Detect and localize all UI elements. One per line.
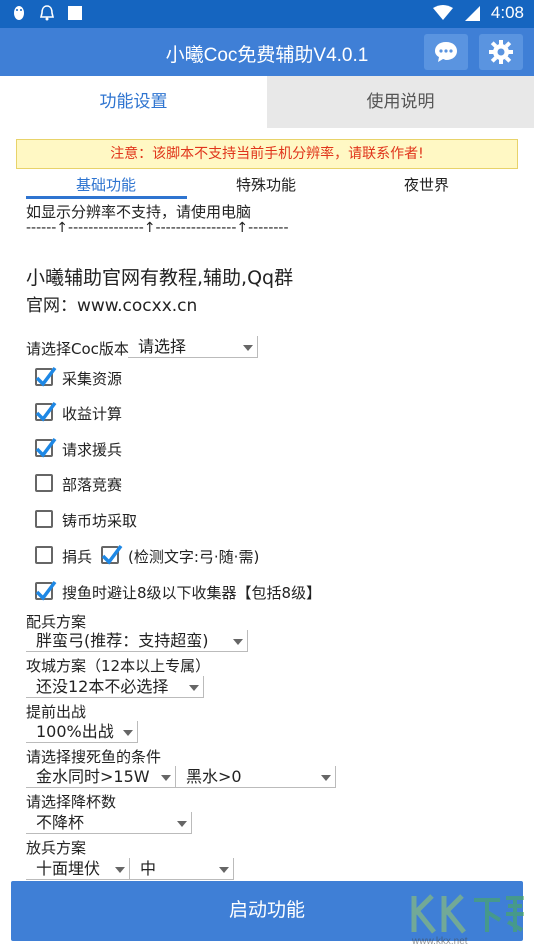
chat-button[interactable] xyxy=(424,34,468,70)
dead-base-label: 请选择搜死鱼的条件 xyxy=(26,748,162,766)
website-url: 官网：www.cocxx.cn xyxy=(26,296,198,316)
arrow-indicator-line: ------↑---------------↑----------------↑… xyxy=(26,220,289,236)
version-label: 请选择Coc版本 xyxy=(26,340,129,358)
checkbox-label: (检测文字:弓·随·需) xyxy=(128,548,260,566)
deploy-plan-select[interactable]: 十面埋伏 xyxy=(26,858,130,880)
notification-bell-icon xyxy=(39,5,55,21)
version-select[interactable]: 请选择 xyxy=(128,336,258,358)
checkmark-icon xyxy=(35,401,57,422)
deploy-side-select[interactable]: 中 xyxy=(130,858,234,880)
checkbox-label: 收益计算 xyxy=(62,405,123,423)
trophy-value: 不降杯 xyxy=(36,813,85,832)
checkbox-label: 铸币坊采取 xyxy=(62,512,138,530)
chevron-down-icon xyxy=(321,775,331,781)
wifi-icon xyxy=(432,5,453,20)
trophy-select[interactable]: 不降杯 xyxy=(26,812,192,834)
checkbox-request-troops[interactable] xyxy=(35,437,57,458)
penguin-icon xyxy=(14,6,24,20)
deploy-label: 放兵方案 xyxy=(26,839,87,857)
dead-base-condition1-select[interactable]: 金水同时>15W xyxy=(26,766,176,788)
chevron-down-icon xyxy=(219,867,229,873)
app-bar: 小曦Coc免费辅助V4.0.1 xyxy=(0,28,534,76)
checkbox-collect-resources[interactable] xyxy=(35,366,57,387)
chevron-down-icon xyxy=(189,685,199,691)
chat-bubble-icon xyxy=(435,42,457,62)
kkx-logo-icon xyxy=(411,894,524,934)
early-exit-select[interactable]: 100%出战 xyxy=(26,721,138,743)
checkbox-income-calc[interactable] xyxy=(35,401,57,422)
checkbox-label: 搜鱼时避让8级以下收集器【包括8级】 xyxy=(62,584,322,602)
siege-plan-value: 还没12本不必选择 xyxy=(36,677,169,696)
image-icon xyxy=(68,6,82,20)
status-time: 4:08 xyxy=(490,3,524,22)
trophy-label: 请选择降杯数 xyxy=(26,793,117,811)
tab-settings[interactable]: 功能设置 xyxy=(0,76,267,128)
dead-base-value1: 金水同时>15W xyxy=(36,767,150,786)
dead-base-value2: 黑水>0 xyxy=(186,767,242,786)
main-tabs: 功能设置 使用说明 xyxy=(0,76,534,128)
checkbox-detect-text[interactable] xyxy=(101,544,123,565)
troop-plan-value: 胖蛮弓(推荐：支持超蛮) xyxy=(36,631,209,650)
checkbox-label: 请求援兵 xyxy=(62,441,123,459)
checkmark-icon xyxy=(35,366,57,387)
checkmark-icon xyxy=(101,544,123,565)
resolution-warning: 注意：该脚本不支持当前手机分辨率，请联系作者! xyxy=(16,139,518,169)
troop-plan-label: 配兵方案 xyxy=(26,613,87,631)
chevron-down-icon xyxy=(177,821,187,827)
settings-button[interactable] xyxy=(479,34,523,70)
kkx-watermark: www.kkx.net xyxy=(408,890,534,949)
deploy-value2: 中 xyxy=(140,859,157,878)
subtab-special[interactable]: 特殊功能 xyxy=(236,174,296,195)
deploy-value1: 十面埋伏 xyxy=(36,859,101,878)
signal-icon xyxy=(464,6,480,21)
version-select-value: 请选择 xyxy=(138,337,187,356)
checkbox-donate-troops[interactable] xyxy=(35,546,53,564)
chevron-down-icon xyxy=(161,775,171,781)
siege-plan-label: 攻城方案（12本以上专属） xyxy=(26,657,211,675)
status-bar: 4:08 xyxy=(0,0,534,28)
checkmark-icon xyxy=(35,580,57,601)
checkbox-label: 部落竞赛 xyxy=(62,476,123,494)
dead-base-condition2-select[interactable]: 黑水>0 xyxy=(176,766,336,788)
subtab-basic[interactable]: 基础功能 xyxy=(76,174,136,195)
gear-icon xyxy=(489,40,513,64)
checkmark-icon xyxy=(35,437,57,458)
watermark-url: www.kkx.net xyxy=(412,936,468,947)
checkbox-clan-games[interactable] xyxy=(35,474,53,492)
troop-plan-select[interactable]: 胖蛮弓(推荐：支持超蛮) xyxy=(26,630,248,652)
checkbox-label: 捐兵 xyxy=(62,548,93,566)
early-exit-label: 提前出战 xyxy=(26,703,87,721)
checkbox-mint-collect[interactable] xyxy=(35,510,53,528)
tab-instructions[interactable]: 使用说明 xyxy=(267,76,534,128)
chevron-down-icon xyxy=(233,639,243,645)
sub-tabs: 基础功能 特殊功能 夜世界 xyxy=(26,172,506,200)
subtab-night-world[interactable]: 夜世界 xyxy=(404,174,449,195)
info-headline: 小曦辅助官网有教程,辅助,Qq群 xyxy=(26,267,294,289)
chevron-down-icon xyxy=(115,867,125,873)
resolution-note: 如显示分辨率不支持，请使用电脑 xyxy=(26,203,252,221)
chevron-down-icon xyxy=(243,345,253,351)
siege-plan-select[interactable]: 还没12本不必选择 xyxy=(26,676,204,698)
checkbox-avoid-collectors[interactable] xyxy=(35,580,57,601)
chevron-down-icon xyxy=(123,730,133,736)
early-exit-value: 100%出战 xyxy=(36,722,114,741)
checkbox-label: 采集资源 xyxy=(62,370,123,388)
subtab-indicator xyxy=(26,196,187,199)
